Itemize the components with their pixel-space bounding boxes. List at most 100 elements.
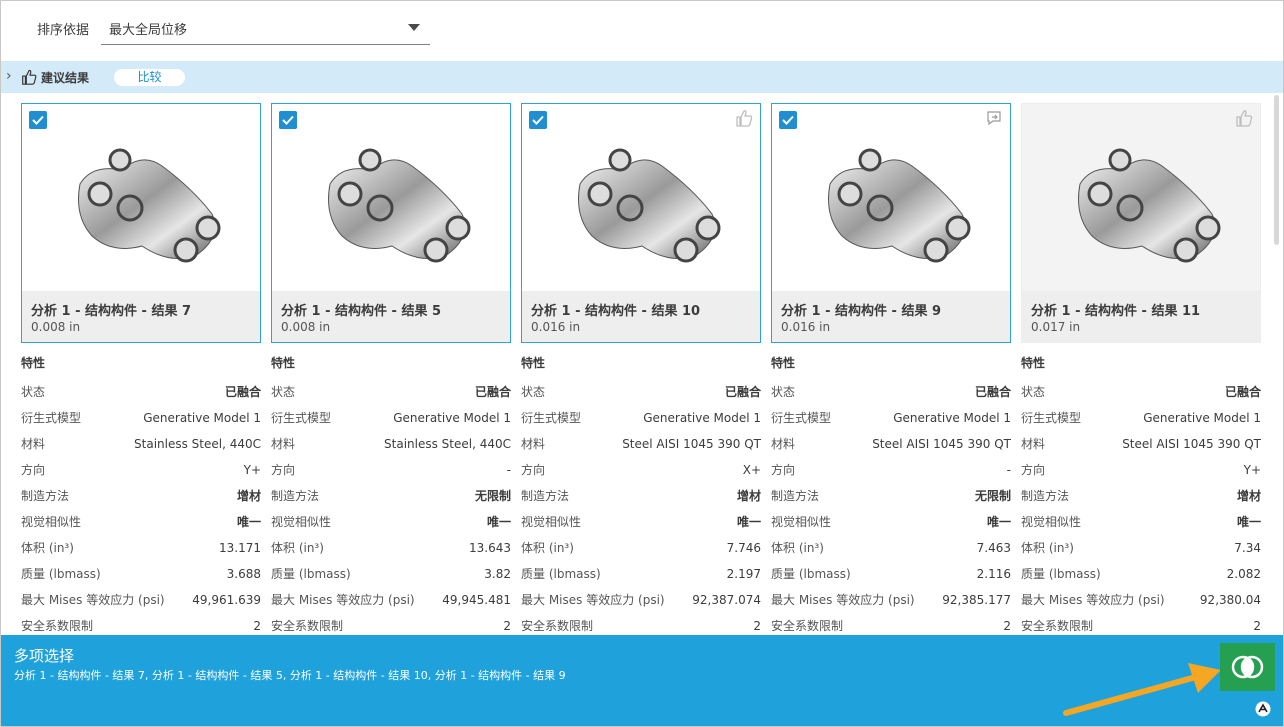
property-row: 材料 Stainless Steel, 440C bbox=[271, 431, 511, 457]
property-value: 49,945.481 bbox=[442, 593, 511, 607]
property-label: 体积 (in³) bbox=[771, 541, 824, 555]
property-value: 2 bbox=[1253, 619, 1261, 633]
property-row: 方向 - bbox=[771, 457, 1011, 483]
property-row: 状态 已融合 bbox=[1021, 379, 1261, 405]
property-label: 最大 Mises 等效应力 (psi) bbox=[271, 593, 415, 607]
property-row: 视觉相似性 唯一 bbox=[271, 509, 511, 535]
properties-header: 特性 bbox=[521, 356, 546, 370]
select-checkbox[interactable] bbox=[279, 111, 297, 129]
property-value: 唯一 bbox=[1236, 515, 1261, 529]
result-card[interactable]: 分析 1 - 结构构件 - 结果 7 0.008 in bbox=[21, 103, 261, 343]
thumbs-up-icon[interactable] bbox=[1234, 108, 1254, 128]
result-card[interactable]: 分析 1 - 结构构件 - 结果 10 0.016 in bbox=[521, 103, 761, 343]
result-thumbnail bbox=[772, 104, 1010, 291]
property-label: 制造方法 bbox=[21, 489, 70, 503]
chevron-right-icon[interactable]: › bbox=[6, 69, 12, 83]
property-value: 92,380.04 bbox=[1199, 593, 1261, 607]
result-card[interactable]: 分析 1 - 结构构件 - 结果 11 0.017 in bbox=[1021, 103, 1261, 343]
property-label: 方向 bbox=[1021, 463, 1046, 477]
property-value: 92,387.074 bbox=[692, 593, 761, 607]
property-row: 制造方法 增材 bbox=[521, 483, 761, 509]
property-value: 已融合 bbox=[1224, 385, 1261, 399]
property-label: 体积 (in³) bbox=[21, 541, 74, 555]
property-row: 制造方法 无限制 bbox=[771, 483, 1011, 509]
property-label: 安全系数限制 bbox=[21, 619, 94, 633]
property-label: 制造方法 bbox=[271, 489, 320, 503]
property-label: 最大 Mises 等效应力 (psi) bbox=[21, 593, 165, 607]
export-icon[interactable] bbox=[984, 108, 1004, 128]
property-label: 视觉相似性 bbox=[1021, 515, 1082, 529]
property-row: 安全系数限制 2 bbox=[21, 613, 261, 635]
property-value: 2 bbox=[753, 619, 761, 633]
properties-table: 特性状态 已融合衍生式模型 Generative Model 1 材料 Steel AI… bbox=[1021, 353, 1261, 635]
property-label: 安全系数限制 bbox=[771, 619, 844, 633]
property-label: 体积 (in³) bbox=[521, 541, 574, 555]
vertical-scrollbar[interactable] bbox=[1274, 95, 1279, 245]
property-row: 材料 Steel AISI 1045 390 QT bbox=[1021, 431, 1261, 457]
property-value: Steel AISI 1045 390 QT bbox=[622, 437, 761, 451]
properties-header: 特性 bbox=[21, 356, 46, 370]
result-column: 分析 1 - 结构构件 - 结果 7 0.008 in 特性 状态 已融合 衍生式模型 Ge… bbox=[21, 103, 261, 633]
property-row: 材料 Steel AISI 1045 390 QT bbox=[521, 431, 761, 457]
property-label: 方向 bbox=[271, 463, 296, 477]
compare-button[interactable]: 比较 bbox=[114, 69, 185, 86]
property-row: 视觉相似性 唯一 bbox=[771, 509, 1011, 535]
property-label: 状态 bbox=[1021, 385, 1046, 399]
property-value: 增材 bbox=[236, 489, 261, 503]
property-row: 衍生式模型 Generative Model 1 bbox=[1021, 405, 1261, 431]
properties-header: 特性 bbox=[1021, 356, 1046, 370]
property-value: 无限制 bbox=[474, 489, 511, 503]
select-checkbox[interactable] bbox=[529, 111, 547, 129]
compare-results-button[interactable] bbox=[1220, 643, 1275, 691]
multi-selection-list: 分析 1 - 结构构件 - 结果 7, 分析 1 - 结构构件 - 结果 5, … bbox=[14, 669, 566, 682]
multi-selection-title: 多项选择 bbox=[14, 647, 75, 665]
sort-dropdown-value: 最大全局位移 bbox=[109, 23, 188, 38]
property-value: 唯一 bbox=[736, 515, 761, 529]
property-label: 方向 bbox=[21, 463, 46, 477]
result-column: 分析 1 - 结构构件 - 结果 11 0.017 in 特性状态 已融合衍生式模型 G… bbox=[1021, 103, 1261, 633]
property-label: 安全系数限制 bbox=[521, 619, 594, 633]
thumbs-up-icon[interactable] bbox=[734, 108, 754, 128]
result-title: 分析 1 - 结构构件 - 结果 11 bbox=[1031, 304, 1201, 319]
result-card-footer: 分析 1 - 结构构件 - 结果 5 0.008 in bbox=[272, 291, 510, 342]
property-label: 材料 bbox=[271, 437, 296, 451]
result-title: 分析 1 - 结构构件 - 结果 10 bbox=[531, 304, 701, 319]
result-column: 分析 1 - 结构构件 - 结果 5 0.008 in 特性 状态 已融合 衍生式模型 Ge… bbox=[271, 103, 511, 633]
property-row: 制造方法 无限制 bbox=[271, 483, 511, 509]
result-title: 分析 1 - 结构构件 - 结果 9 bbox=[781, 304, 942, 319]
multi-selection-panel: 多项选择 分析 1 - 结构构件 - 结果 7, 分析 1 - 结构构件 - 结… bbox=[1, 635, 1283, 726]
thumbs-up-icon bbox=[22, 69, 37, 85]
property-label: 最大 Mises 等效应力 (psi) bbox=[521, 593, 665, 607]
property-row: 视觉相似性 唯一 bbox=[21, 509, 261, 535]
result-displacement: 0.016 in bbox=[781, 320, 831, 334]
property-value: Generative Model 1 bbox=[893, 411, 1011, 425]
properties-header: 特性 bbox=[771, 356, 796, 370]
property-row: 最大 Mises 等效应力 (psi) 49,945.481 bbox=[271, 587, 511, 613]
select-checkbox[interactable] bbox=[779, 111, 797, 129]
property-row: 安全系数限制 2 bbox=[521, 613, 761, 635]
property-value: 13.643 bbox=[469, 541, 511, 555]
sort-dropdown[interactable]: 最大全局位移 bbox=[101, 9, 430, 45]
property-label: 状态 bbox=[771, 385, 796, 399]
property-value: 2 bbox=[253, 619, 261, 633]
property-label: 方向 bbox=[521, 463, 546, 477]
property-label: 视觉相似性 bbox=[271, 515, 332, 529]
property-label: 质量 (lbmass) bbox=[1021, 567, 1101, 581]
property-value: 3.688 bbox=[226, 567, 261, 581]
result-card[interactable]: 分析 1 - 结构构件 - 结果 5 0.008 in bbox=[271, 103, 511, 343]
property-value: Generative Model 1 bbox=[393, 411, 511, 425]
property-value: Stainless Steel, 440C bbox=[134, 437, 261, 451]
result-card[interactable]: 分析 1 - 结构构件 - 结果 9 0.016 in bbox=[771, 103, 1011, 343]
property-value: 无限制 bbox=[974, 489, 1011, 503]
chevron-down-icon bbox=[408, 24, 420, 31]
result-column: 分析 1 - 结构构件 - 结果 10 0.016 in 特性 状态 已融合 衍生式模型 G… bbox=[521, 103, 761, 633]
property-row: 方向 Y+ bbox=[1021, 457, 1261, 483]
result-card-footer: 分析 1 - 结构构件 - 结果 7 0.008 in bbox=[22, 291, 260, 342]
result-thumbnail bbox=[522, 104, 760, 291]
result-title: 分析 1 - 结构构件 - 结果 5 bbox=[281, 304, 442, 319]
property-label: 制造方法 bbox=[1021, 489, 1070, 503]
property-label: 材料 bbox=[1021, 437, 1046, 451]
select-checkbox[interactable] bbox=[29, 111, 47, 129]
properties-header: 特性 bbox=[271, 356, 296, 370]
properties-table: 特性 状态 已融合 衍生式模型 Generative Model 1 材料 Steel AI… bbox=[771, 353, 1011, 635]
